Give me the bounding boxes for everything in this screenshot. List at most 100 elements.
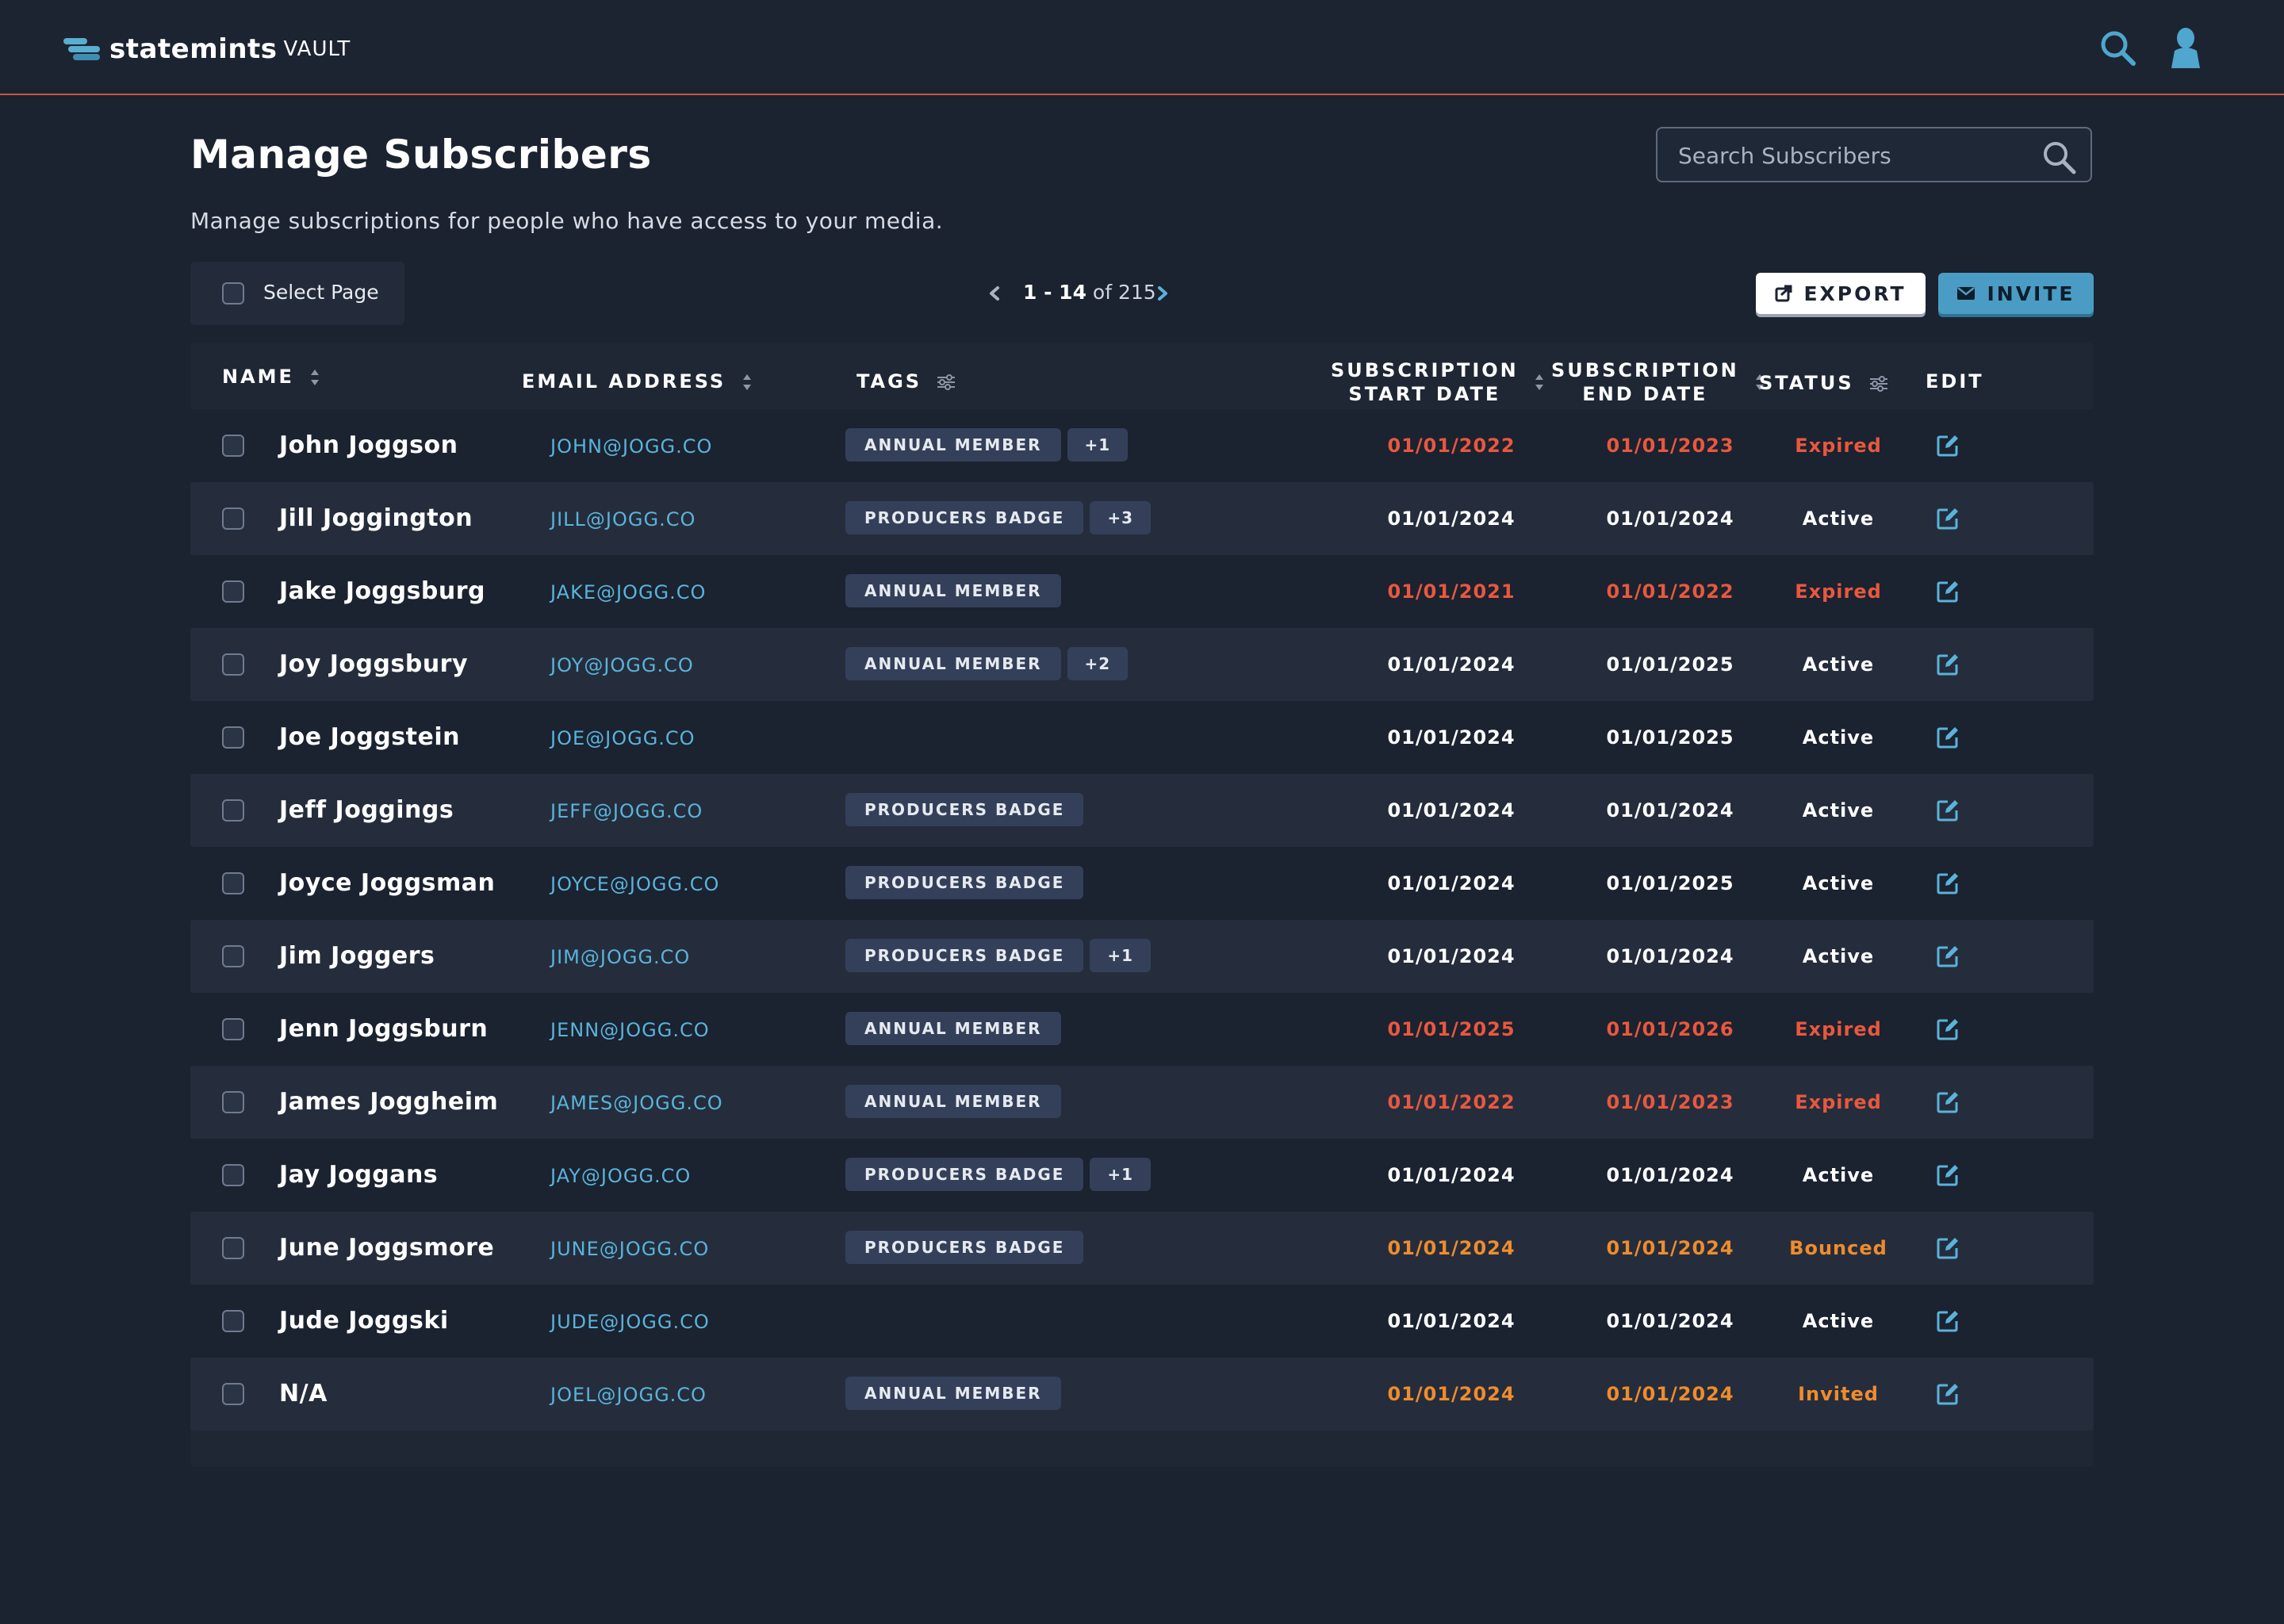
row-checkbox[interactable] <box>222 508 244 530</box>
row-checkbox[interactable] <box>222 580 244 603</box>
more-tags-badge[interactable]: +1 <box>1067 428 1129 462</box>
filter-icon[interactable] <box>937 374 956 390</box>
invite-button[interactable]: INVITE <box>1938 273 2094 314</box>
chevron-right-icon[interactable] <box>1152 281 1174 306</box>
more-tags-badge[interactable]: +2 <box>1067 647 1129 680</box>
subscriber-email[interactable]: JAMES@JOGG.CO <box>550 1092 723 1114</box>
sort-icon[interactable] <box>1534 373 1545 392</box>
table-row[interactable]: Jude Joggski JUDE@JOGG.CO 01/01/2024 01/… <box>190 1285 2094 1358</box>
sort-icon[interactable] <box>309 368 320 387</box>
more-tags-badge[interactable]: +1 <box>1090 939 1152 972</box>
pagination-range: 1 - 14 <box>1023 281 1086 304</box>
edit-icon[interactable] <box>1935 1017 1960 1042</box>
subscriber-email[interactable]: JOEL@JOGG.CO <box>550 1384 707 1406</box>
pagination-status: 1 - 14 of 215 <box>1023 281 1156 304</box>
export-button[interactable]: EXPORT <box>1756 273 1926 314</box>
table-row[interactable]: N/A JOEL@JOGG.CO ANNUAL MEMBER 01/01/202… <box>190 1358 2094 1431</box>
table-row[interactable]: Jay Joggans JAY@JOGG.CO PRODUCERS BADGE +… <box>190 1139 2094 1212</box>
envelope-icon <box>1957 287 1976 300</box>
subscriber-email[interactable]: JAY@JOGG.CO <box>550 1165 691 1187</box>
edit-icon[interactable] <box>1935 1090 1960 1115</box>
table-row[interactable]: Joy Joggsbury JOY@JOGG.CO ANNUAL MEMBER +… <box>190 628 2094 701</box>
subscription-start-date: 01/01/2024 <box>1387 799 1516 822</box>
user-icon[interactable] <box>2167 27 2205 68</box>
top-navigation-bar: statemints VAULT <box>0 0 2284 95</box>
edit-icon[interactable] <box>1935 579 1960 604</box>
row-checkbox[interactable] <box>222 799 244 822</box>
subscriber-email[interactable]: JEFF@JOGG.CO <box>550 800 703 822</box>
column-header-start-date[interactable]: SUBSCRIPTION START DATE <box>1331 358 1545 406</box>
subscriber-email[interactable]: JUNE@JOGG.CO <box>550 1238 709 1260</box>
table-row[interactable]: June Joggsmore JUNE@JOGG.CO PRODUCERS BA… <box>190 1212 2094 1285</box>
tag-badge: ANNUAL MEMBER <box>845 574 1061 607</box>
tag-list: ANNUAL MEMBER <box>845 574 1067 609</box>
row-checkbox[interactable] <box>222 1237 244 1259</box>
row-checkbox[interactable] <box>222 1383 244 1405</box>
row-checkbox[interactable] <box>222 1091 244 1113</box>
search-input[interactable] <box>1677 128 2037 182</box>
row-checkbox[interactable] <box>222 726 244 749</box>
more-tags-badge[interactable]: +1 <box>1090 1158 1152 1191</box>
edit-icon[interactable] <box>1935 1308 1960 1334</box>
filter-icon[interactable] <box>1869 376 1888 392</box>
subscriber-email[interactable]: JOY@JOGG.CO <box>550 654 694 676</box>
table-row[interactable]: James Joggheim JAMES@JOGG.CO ANNUAL MEMB… <box>190 1066 2094 1139</box>
row-checkbox[interactable] <box>222 1164 244 1186</box>
subscription-start-date: 01/01/2022 <box>1387 435 1516 457</box>
subscriber-name: Joy Joggsbury <box>279 650 469 678</box>
column-header-status[interactable]: STATUS <box>1759 371 1888 395</box>
subscriber-email[interactable]: JOHN@JOGG.CO <box>550 435 712 458</box>
table-row[interactable]: John Joggson JOHN@JOGG.CO ANNUAL MEMBER +… <box>190 409 2094 482</box>
row-checkbox[interactable] <box>222 1310 244 1332</box>
edit-icon[interactable] <box>1935 1381 1960 1407</box>
edit-icon[interactable] <box>1935 798 1960 823</box>
search-icon[interactable] <box>2098 29 2136 67</box>
row-checkbox[interactable] <box>222 945 244 967</box>
subscriber-email[interactable]: JILL@JOGG.CO <box>550 508 696 530</box>
table-row[interactable]: Jake Joggsburg JAKE@JOGG.CO ANNUAL MEMBE… <box>190 555 2094 628</box>
edit-icon[interactable] <box>1935 1235 1960 1261</box>
row-checkbox[interactable] <box>222 435 244 457</box>
select-page-checkbox[interactable] <box>222 282 244 304</box>
row-checkbox[interactable] <box>222 653 244 676</box>
edit-icon[interactable] <box>1935 652 1960 677</box>
search-field[interactable] <box>1656 127 2092 182</box>
more-tags-badge[interactable]: +3 <box>1090 501 1152 534</box>
subscriber-email[interactable]: JAKE@JOGG.CO <box>550 581 706 603</box>
edit-icon[interactable] <box>1935 944 1960 969</box>
edit-icon[interactable] <box>1935 433 1960 458</box>
table-row[interactable]: Joe Joggstein JOE@JOGG.CO 01/01/2024 01/… <box>190 701 2094 774</box>
table-row[interactable]: Jeff Joggings JEFF@JOGG.CO PRODUCERS BAD… <box>190 774 2094 847</box>
subscriber-email[interactable]: JOYCE@JOGG.CO <box>550 873 719 895</box>
subscriber-name: John Joggson <box>279 431 458 459</box>
subscriber-email[interactable]: JUDE@JOGG.CO <box>550 1311 710 1333</box>
table-row[interactable]: Jim Joggers JIM@JOGG.CO PRODUCERS BADGE +… <box>190 920 2094 993</box>
column-header-name[interactable]: NAME <box>222 365 320 389</box>
select-page-control[interactable]: Select Page <box>190 262 404 325</box>
logo-mark-icon <box>63 36 100 62</box>
subscriber-email[interactable]: JOE@JOGG.CO <box>550 727 696 749</box>
row-checkbox[interactable] <box>222 872 244 894</box>
edit-icon[interactable] <box>1935 871 1960 896</box>
column-header-name-label: NAME <box>222 366 294 388</box>
table-row[interactable]: Jill Joggington JILL@JOGG.CO PRODUCERS B… <box>190 482 2094 555</box>
tag-list: PRODUCERS BADGE <box>845 1231 1090 1266</box>
status-badge: Active <box>1802 1310 1875 1332</box>
search-icon[interactable] <box>2041 140 2076 174</box>
edit-icon[interactable] <box>1935 506 1960 531</box>
column-header-tags[interactable]: TAGS <box>856 370 956 393</box>
edit-icon[interactable] <box>1935 725 1960 750</box>
column-header-end-date[interactable]: SUBSCRIPTION END DATE <box>1551 358 1765 406</box>
tag-list: ANNUAL MEMBER <box>845 1012 1067 1047</box>
subscriber-name: June Joggsmore <box>279 1234 495 1262</box>
table-row[interactable]: Jenn Joggsburn JENN@JOGG.CO ANNUAL MEMBE… <box>190 993 2094 1066</box>
edit-icon[interactable] <box>1935 1162 1960 1188</box>
column-header-email[interactable]: EMAIL ADDRESS <box>522 370 753 393</box>
sort-icon[interactable] <box>742 373 753 392</box>
subscriber-email[interactable]: JENN@JOGG.CO <box>550 1019 710 1041</box>
chevron-left-icon[interactable] <box>983 281 1006 306</box>
table-row[interactable]: Joyce Joggsman JOYCE@JOGG.CO PRODUCERS B… <box>190 847 2094 920</box>
row-checkbox[interactable] <box>222 1018 244 1040</box>
subscriber-email[interactable]: JIM@JOGG.CO <box>550 946 690 968</box>
brand-logo[interactable]: statemints VAULT <box>63 30 351 68</box>
